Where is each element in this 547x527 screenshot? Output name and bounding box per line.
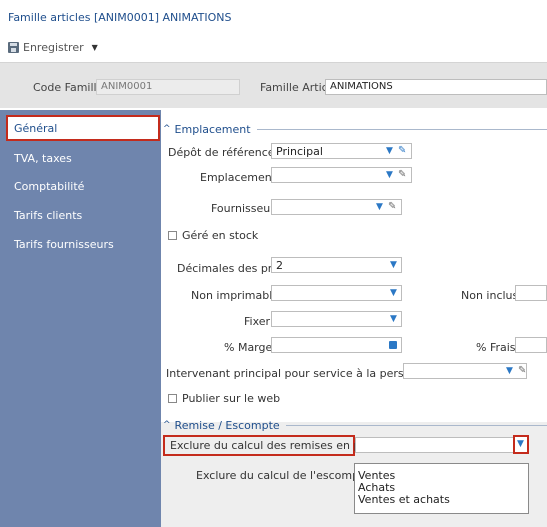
fixer-select[interactable] xyxy=(271,311,402,327)
sidebar-item-tarifs-fournisseurs[interactable]: Tarifs fournisseurs xyxy=(0,231,161,257)
intervenant-label: Intervenant principal pour service à la … xyxy=(166,367,432,380)
save-icon xyxy=(8,41,19,53)
fixer-label: Fixer xyxy=(244,315,271,328)
dropdown-arrow-icon[interactable]: ▼ xyxy=(517,439,524,449)
escompte-label: Exclure du calcul de l'escompte xyxy=(196,469,371,482)
pencil-icon[interactable]: ✎ xyxy=(518,364,526,378)
dropdown-arrow-button[interactable]: ▼ xyxy=(513,435,529,454)
decimales-select[interactable]: 2 xyxy=(271,257,402,273)
chevron-up-icon: ^ xyxy=(163,420,171,430)
non-inclus-field[interactable] xyxy=(515,285,547,301)
divider xyxy=(256,128,547,130)
calculator-icon[interactable] xyxy=(389,341,397,349)
section-emplacement[interactable]: ^ Emplacement xyxy=(163,122,547,136)
gere-stock-checkbox[interactable]: Géré en stock xyxy=(168,229,258,242)
marge-label: % Marge xyxy=(224,341,273,354)
section-emplacement-label: Emplacement xyxy=(174,122,251,136)
publier-web-checkbox[interactable]: Publier sur le web xyxy=(168,392,280,405)
pencil-icon[interactable]: ✎ xyxy=(398,144,406,158)
remises-label: Exclure du calcul des remises en pied xyxy=(170,439,378,452)
option-ventes-et-achats[interactable]: Ventes et achats xyxy=(355,494,528,506)
checkbox-box[interactable] xyxy=(168,231,177,240)
sidebar-item-label: Tarifs clients xyxy=(14,208,83,222)
dropdown-arrow-icon[interactable]: ▼ xyxy=(376,200,383,214)
emplacement-label: Emplacement xyxy=(200,171,277,184)
chevron-down-icon[interactable]: ▼ xyxy=(92,43,98,52)
famille-articles-field[interactable]: ANIMATIONS xyxy=(325,79,547,95)
remises-select[interactable] xyxy=(355,437,527,453)
window-title: Famille articles [ANIM0001] ANIMATIONS xyxy=(8,11,232,24)
sidebar-item-label: Général xyxy=(14,121,58,135)
chevron-up-icon: ^ xyxy=(163,124,171,134)
section-remise-label: Remise / Escompte xyxy=(174,418,280,432)
dropdown-arrow-icon[interactable]: ▼ xyxy=(386,144,393,158)
checkbox-box[interactable] xyxy=(168,394,177,403)
depot-label: Dépôt de référence xyxy=(168,146,275,159)
dropdown-arrow-icon[interactable]: ▼ xyxy=(390,258,397,272)
sidebar-item-tarifs-clients[interactable]: Tarifs clients xyxy=(0,202,161,228)
gere-stock-label: Géré en stock xyxy=(182,229,259,242)
publier-web-label: Publier sur le web xyxy=(182,392,281,405)
non-inclus-label: Non inclus xyxy=(461,289,519,302)
save-label: Enregistrer xyxy=(23,40,84,54)
dropdown-arrow-icon[interactable]: ▼ xyxy=(386,168,393,182)
dropdown-arrow-icon[interactable]: ▼ xyxy=(390,312,397,326)
sidebar-item-general[interactable]: Général xyxy=(6,115,160,141)
decimales-label: Décimales des prix xyxy=(177,262,282,275)
save-toolbar-button[interactable]: Enregistrer ▼ xyxy=(8,40,98,54)
non-imprimable-label: Non imprimable xyxy=(191,289,280,302)
marge-field[interactable] xyxy=(271,337,402,353)
pencil-icon[interactable]: ✎ xyxy=(398,168,406,182)
dropdown-arrow-icon[interactable]: ▼ xyxy=(506,364,513,378)
section-remise[interactable]: ^ Remise / Escompte xyxy=(163,418,547,432)
remises-dropdown-menu: Ventes Achats Ventes et achats xyxy=(354,463,529,514)
sidebar-item-comptabilite[interactable]: Comptabilité xyxy=(0,173,161,199)
sidebar-item-label: TVA, taxes xyxy=(14,151,72,165)
code-famille-label: Code Famille xyxy=(33,81,104,94)
dropdown-arrow-icon[interactable]: ▼ xyxy=(390,286,397,300)
sidebar-item-tva[interactable]: TVA, taxes xyxy=(0,145,161,171)
frais-label: % Frais xyxy=(476,341,516,354)
code-famille-field: ANIM0001 xyxy=(96,79,240,95)
frais-field[interactable] xyxy=(515,337,547,353)
divider xyxy=(285,424,547,426)
sidebar-item-label: Tarifs fournisseurs xyxy=(14,237,114,251)
pencil-icon[interactable]: ✎ xyxy=(388,200,396,214)
non-imprimable-select[interactable] xyxy=(271,285,402,301)
sidebar-item-label: Comptabilité xyxy=(14,179,85,193)
fournisseur-label: Fournisseur xyxy=(211,202,275,215)
